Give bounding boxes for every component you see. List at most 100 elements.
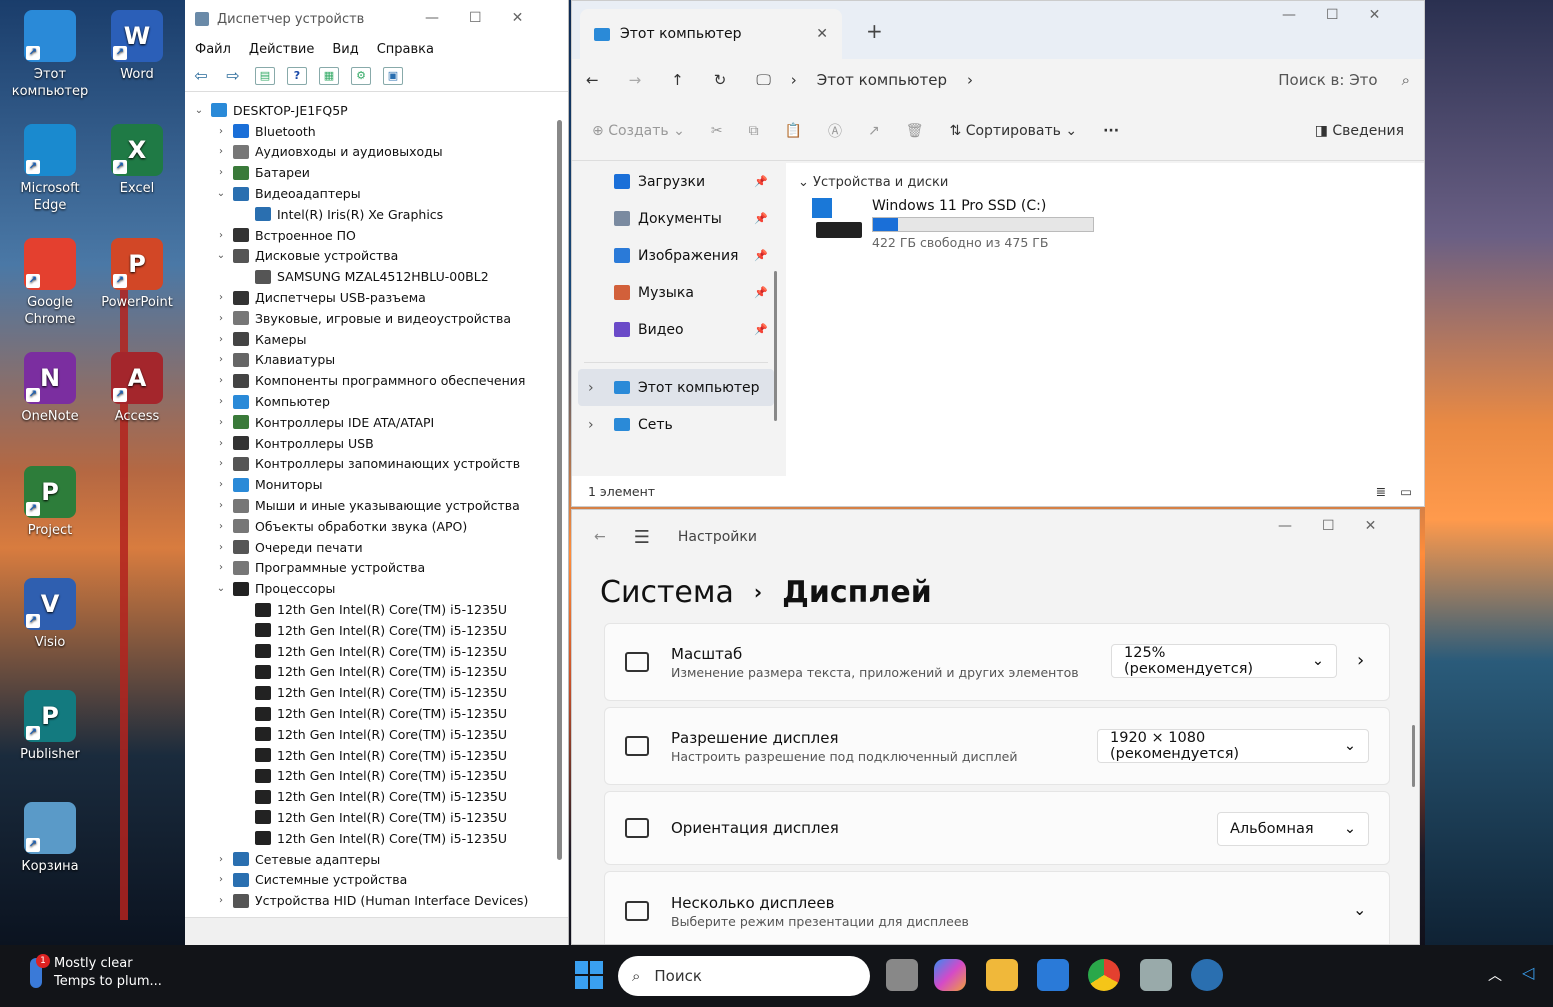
delete-icon[interactable]: 🗑 — [906, 123, 924, 139]
explorer-window[interactable]: Этот компьютер ✕ + — ☐ ✕ ← → ↑ ↻ 🖵 › Этот к… — [571, 0, 1425, 507]
back-icon[interactable]: ← — [586, 71, 599, 89]
tree-item[interactable]: › Программные устройства — [185, 558, 551, 579]
menu-item[interactable]: Файл — [195, 42, 231, 57]
expand-icon[interactable]: › — [215, 874, 227, 885]
tree-item[interactable]: › Устройства HID (Human Interface Devices… — [185, 890, 551, 911]
minimize-icon[interactable]: — — [425, 10, 439, 26]
expand-icon[interactable]: › — [215, 438, 227, 449]
settings-taskbar-icon[interactable] — [1191, 959, 1223, 991]
menu-item[interactable]: Вид — [332, 42, 358, 57]
tree-item[interactable]: 12th Gen Intel(R) Core(TM) i5-1235U — [185, 641, 551, 662]
address-bar[interactable]: 🖵 › Этот компьютер › — [756, 71, 1136, 89]
hamburger-icon[interactable]: ☰ — [634, 527, 650, 548]
nav-item[interactable]: Видео 📌 — [578, 311, 774, 348]
expand-icon[interactable]: › — [215, 146, 227, 157]
list-view-icon[interactable]: ≣ — [1376, 484, 1386, 499]
desktop-icon[interactable]: ↗ Microsoft Edge — [10, 124, 90, 214]
desktop-icon[interactable]: ↗ Корзина — [10, 802, 90, 875]
device-tree[interactable]: ⌄ DESKTOP-JE1FQ5P › Bluetooth › Аудиовходы … — [185, 100, 551, 917]
expand-icon[interactable]: › — [215, 562, 227, 573]
tree-item[interactable]: › Контроллеры USB — [185, 433, 551, 454]
maximize-icon[interactable]: ☐ — [469, 10, 482, 26]
multiple-displays-card[interactable]: Несколько дисплеев Выберите режим презент… — [604, 871, 1390, 944]
expand-icon[interactable]: › — [215, 895, 227, 906]
tree-item[interactable]: › Bluetooth — [185, 121, 551, 142]
tree-item[interactable]: 12th Gen Intel(R) Core(TM) i5-1235U — [185, 766, 551, 787]
search-box[interactable]: Поиск в: Это ⌕ — [1278, 71, 1410, 89]
drive-item[interactable]: Windows 11 Pro SSD (C:) 422 ГБ свободно … — [786, 190, 1424, 250]
settings-scrollbar[interactable] — [1412, 725, 1415, 787]
tiles-view-icon[interactable]: ▭ — [1400, 484, 1412, 499]
chevron-up-icon[interactable]: ︿ — [1488, 965, 1502, 985]
tree-item[interactable]: › Камеры — [185, 329, 551, 350]
tree-item[interactable]: › Диспетчеры USB-разъема — [185, 287, 551, 308]
expand-icon[interactable]: › — [588, 417, 594, 433]
nav-item[interactable]: › Сеть — [578, 406, 774, 443]
tree-item[interactable]: ⌄ Видеоадаптеры — [185, 183, 551, 204]
chevron-down-icon[interactable]: ⌄ — [1353, 900, 1366, 919]
chrome-icon[interactable] — [1088, 959, 1120, 991]
scale-dropdown[interactable]: 125% (рекомендуется) ⌄ — [1111, 644, 1337, 678]
forward-icon[interactable]: → — [629, 71, 642, 89]
expand-icon[interactable]: › — [215, 396, 227, 407]
expand-icon[interactable]: › — [215, 854, 227, 865]
tree-item[interactable]: › Мыши и иные указывающие устройства — [185, 495, 551, 516]
weather-widget[interactable]: 1 Mostly clear Temps to plum... — [30, 954, 162, 991]
task-view-icon[interactable] — [886, 959, 918, 991]
close-icon[interactable]: ✕ — [512, 10, 524, 26]
expand-icon[interactable]: › — [215, 334, 227, 345]
tree-item[interactable]: › Компоненты программного обеспечения — [185, 370, 551, 391]
desktop-icon[interactable]: ↗ Google Chrome — [10, 238, 90, 328]
chevron-right-icon[interactable]: › — [1357, 650, 1364, 671]
taskbar-search[interactable]: ⌕ Поиск — [618, 956, 870, 996]
file-explorer-icon[interactable] — [986, 959, 1018, 991]
sort-button[interactable]: ⇅ Сортировать ⌄ — [950, 123, 1078, 139]
device-manager-window[interactable]: Диспетчер устройств — ☐ ✕ Файл Действие Вид С… — [185, 0, 569, 945]
tree-item[interactable]: › Контроллеры запоминающих устройств — [185, 454, 551, 475]
forward-arrow-icon[interactable]: ⇨ — [223, 66, 243, 85]
tree-item[interactable]: › Мониторы — [185, 474, 551, 495]
expand-icon[interactable]: ⌄ — [215, 250, 227, 261]
tree-item[interactable]: Intel(R) Iris(R) Xe Graphics — [185, 204, 551, 225]
expand-icon[interactable]: › — [215, 292, 227, 303]
desktop-icon[interactable]: ↗ Этот компьютер — [10, 10, 90, 100]
tree-item[interactable]: › Аудиовходы и аудиовыходы — [185, 142, 551, 163]
tree-item[interactable]: › Батареи — [185, 162, 551, 183]
tree-item[interactable]: › Сетевые адаптеры — [185, 849, 551, 870]
tree-item[interactable]: 12th Gen Intel(R) Core(TM) i5-1235U — [185, 682, 551, 703]
expand-icon[interactable]: › — [215, 458, 227, 469]
start-icon[interactable] — [573, 959, 605, 991]
group-header[interactable]: ⌄ Устройства и диски — [786, 163, 1424, 190]
tree-item[interactable]: SAMSUNG MZAL4512HBLU-00BL2 — [185, 266, 551, 287]
maximize-icon[interactable]: ☐ — [1326, 7, 1339, 23]
settings-window[interactable]: ← ☰ Настройки — ☐ ✕ Система › Дисплей Масш… — [571, 509, 1420, 945]
expand-icon[interactable]: › — [215, 417, 227, 428]
minimize-icon[interactable]: — — [1282, 7, 1296, 23]
tree-item[interactable]: › Объекты обработки звука (APO) — [185, 516, 551, 537]
desktop-icon[interactable]: P ↗ PowerPoint — [97, 238, 177, 311]
expand-icon[interactable]: › — [215, 542, 227, 553]
tree-item[interactable]: ⌄ Дисковые устройства — [185, 246, 551, 267]
desktop-icon[interactable]: P ↗ Project — [10, 466, 90, 539]
dm-vertical-scrollbar[interactable] — [557, 120, 562, 860]
cut-icon[interactable]: ✂ — [711, 123, 723, 139]
expand-icon[interactable]: › — [215, 230, 227, 241]
desktop-icon[interactable]: N ↗ OneNote — [10, 352, 90, 425]
desktop-icon[interactable]: V ↗ Visio — [10, 578, 90, 651]
nav-scrollbar[interactable] — [774, 271, 777, 421]
desktop-icon[interactable]: X ↗ Excel — [97, 124, 177, 197]
resolution-card[interactable]: Разрешение дисплея Настроить разрешение п… — [604, 707, 1390, 785]
view-icon[interactable]: ▦ — [319, 66, 339, 85]
tree-item[interactable]: 12th Gen Intel(R) Core(TM) i5-1235U — [185, 828, 551, 849]
back-arrow-icon[interactable]: ⇦ — [191, 66, 211, 85]
up-icon[interactable]: ↑ — [671, 71, 684, 89]
orientation-card[interactable]: Ориентация дисплея Альбомная ⌄ — [604, 791, 1390, 865]
tree-item[interactable]: 12th Gen Intel(R) Core(TM) i5-1235U — [185, 724, 551, 745]
nav-item[interactable]: Загрузки 📌 — [578, 163, 774, 200]
tree-item[interactable]: 12th Gen Intel(R) Core(TM) i5-1235U — [185, 745, 551, 766]
expand-icon[interactable]: › — [215, 354, 227, 365]
expand-icon[interactable]: ⌄ — [215, 188, 227, 199]
dm-horizontal-scrollbar[interactable] — [185, 917, 568, 945]
expand-icon[interactable]: › — [215, 167, 227, 178]
tree-item[interactable]: › Очереди печати — [185, 537, 551, 558]
